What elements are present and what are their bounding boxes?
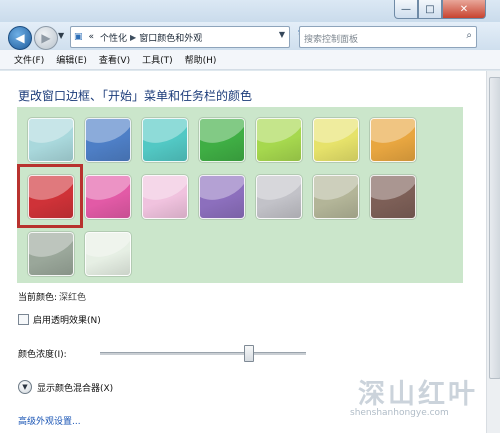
color-swatch-sky[interactable] xyxy=(28,118,74,162)
recent-pages-dropdown-icon[interactable]: ▼ xyxy=(58,31,64,40)
search-input[interactable] xyxy=(300,31,458,49)
navigation-bar: ◀ ▶ ▼ ▣ « 个性化 ▶ 窗口颜色和外观 ▼ ↻ ⌕ xyxy=(0,22,500,50)
color-swatch-slate[interactable] xyxy=(28,232,74,276)
color-mixer-label: 显示颜色混合器(X) xyxy=(37,383,114,394)
color-swatch-lime[interactable] xyxy=(256,118,302,162)
forward-button[interactable]: ▶ xyxy=(34,26,58,50)
menu-bar: 文件(F) 编辑(E) 查看(V) 工具(T) 帮助(H) xyxy=(0,50,500,70)
menu-help[interactable]: 帮助(H) xyxy=(179,53,223,66)
breadcrumb-overflow[interactable]: « xyxy=(86,32,98,42)
control-panel-icon: ▣ xyxy=(74,32,83,42)
menu-edit[interactable]: 编辑(E) xyxy=(50,53,93,66)
address-bar[interactable]: ▣ « 个性化 ▶ 窗口颜色和外观 ▼ xyxy=(70,26,290,48)
breadcrumb-personalization[interactable]: 个性化 xyxy=(97,31,130,44)
color-swatch-taupe[interactable] xyxy=(313,175,359,219)
minimize-button[interactable]: — xyxy=(394,0,418,19)
back-button[interactable]: ◀ xyxy=(8,26,32,50)
breadcrumb-window-color[interactable]: 窗口颜色和外观 xyxy=(136,31,205,44)
current-color-row: 当前颜色: 深红色 xyxy=(18,290,86,303)
current-color-value: 深红色 xyxy=(59,293,87,303)
transparency-checkbox[interactable] xyxy=(18,314,29,325)
color-swatch-fuchsia[interactable] xyxy=(85,175,131,219)
search-icon[interactable]: ⌕ xyxy=(466,30,472,41)
menu-file[interactable]: 文件(F) xyxy=(8,53,50,66)
color-swatch-lavender[interactable] xyxy=(256,175,302,219)
page-title: 更改窗口边框、「开始」菜单和任务栏的颜色 xyxy=(18,89,253,103)
color-swatch-blush[interactable] xyxy=(142,175,188,219)
color-swatch-violet[interactable] xyxy=(199,175,245,219)
color-swatch-leaf[interactable] xyxy=(199,118,245,162)
close-button[interactable]: ✕ xyxy=(442,0,486,19)
main-content: 更改窗口边框、「开始」菜单和任务栏的颜色 当前颜色: 深红色 启用透明效果(N) … xyxy=(0,71,486,433)
search-box[interactable]: ⌕ xyxy=(299,26,477,49)
intensity-slider-thumb[interactable] xyxy=(244,345,255,362)
intensity-label: 颜色浓度(I): xyxy=(18,350,67,360)
chevron-down-icon[interactable]: ▼ xyxy=(18,380,32,394)
color-swatch-twilight[interactable] xyxy=(85,118,131,162)
current-color-label: 当前颜色: xyxy=(18,293,58,303)
vertical-scrollbar[interactable] xyxy=(486,71,500,433)
color-swatch-panel xyxy=(17,107,463,283)
color-swatch-pumpkin[interactable] xyxy=(370,118,416,162)
color-mixer-expander[interactable]: ▼ 显示颜色混合器(X) xyxy=(18,380,113,394)
scrollbar-thumb[interactable] xyxy=(489,77,500,379)
transparency-label: 启用透明效果(N) xyxy=(33,316,101,326)
transparency-option[interactable]: 启用透明效果(N) xyxy=(18,313,101,326)
window-controls: — □ ✕ xyxy=(394,0,486,19)
intensity-slider-track[interactable] xyxy=(100,352,306,355)
color-swatch-sea[interactable] xyxy=(142,118,188,162)
advanced-appearance-link[interactable]: 高级外观设置... xyxy=(18,414,81,427)
color-swatch-frost[interactable] xyxy=(85,232,131,276)
menu-tools[interactable]: 工具(T) xyxy=(136,53,179,66)
menu-view[interactable]: 查看(V) xyxy=(93,53,136,66)
maximize-button[interactable]: □ xyxy=(418,0,442,19)
color-swatch-lemon[interactable] xyxy=(313,118,359,162)
color-swatch-chocolate[interactable] xyxy=(370,175,416,219)
selected-swatch-frame xyxy=(17,164,83,228)
address-dropdown-icon[interactable]: ▼ xyxy=(279,30,285,39)
